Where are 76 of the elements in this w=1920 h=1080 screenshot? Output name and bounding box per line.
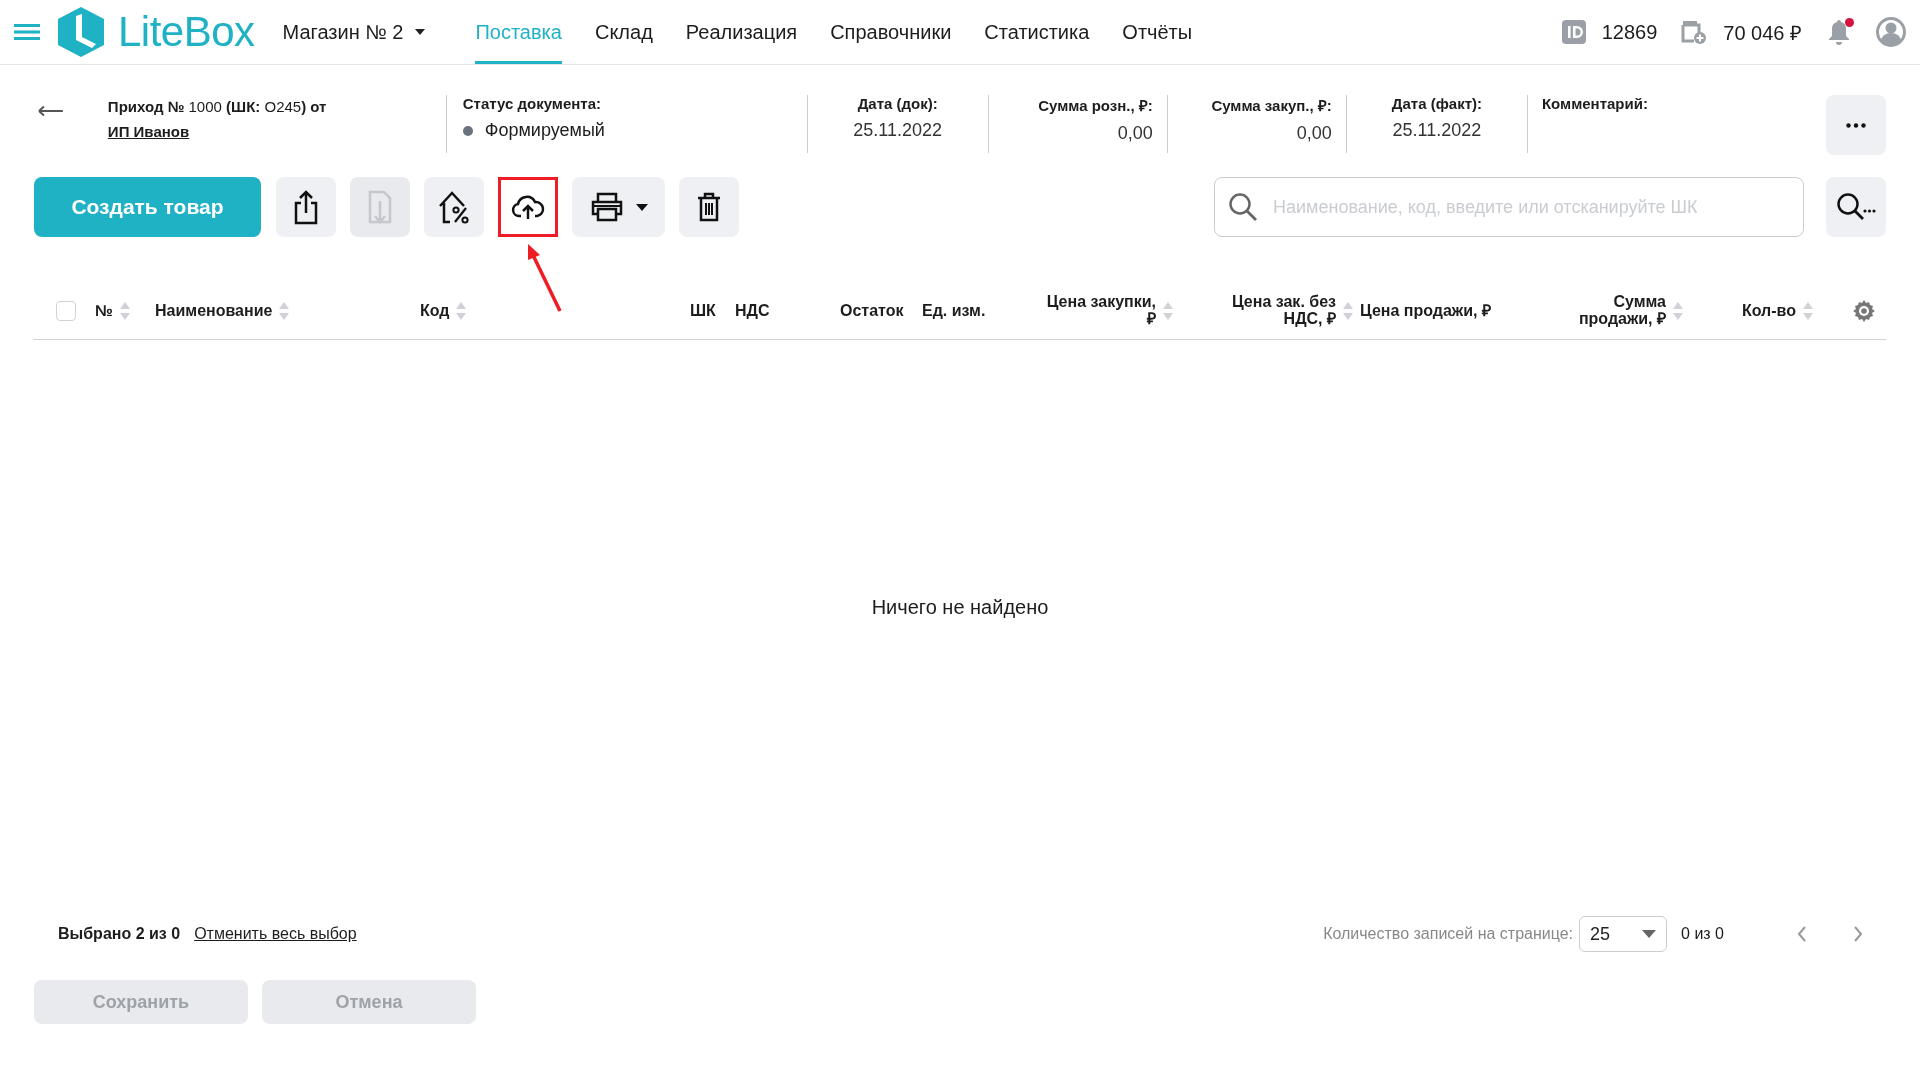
column-header[interactable]: Наименование bbox=[155, 302, 273, 320]
column-header[interactable]: Цена закупки, ₽ bbox=[1036, 294, 1156, 328]
clear-selection-link[interactable]: Отменить весь выбор bbox=[194, 925, 357, 943]
caret-icon bbox=[1642, 930, 1657, 938]
nav-tab[interactable]: Справочники bbox=[830, 0, 952, 64]
previous-page-icon[interactable] bbox=[1797, 926, 1807, 942]
empty-message: Ничего не найдено bbox=[871, 595, 1049, 619]
nav-tab[interactable]: Отчёты bbox=[1122, 0, 1193, 64]
status-value: Формируемый bbox=[462, 120, 807, 141]
file-download-icon bbox=[367, 189, 393, 225]
page-range: 0 из 0 bbox=[1681, 925, 1724, 943]
sort-icon[interactable] bbox=[1672, 301, 1684, 321]
more-icon bbox=[1846, 122, 1867, 128]
bell-icon[interactable] bbox=[1826, 18, 1852, 46]
logo-text: LiteBox bbox=[118, 8, 255, 56]
field-label: Дата (док): bbox=[857, 95, 938, 112]
column-header[interactable]: ШК bbox=[690, 302, 716, 320]
nav-tab[interactable]: Склад bbox=[594, 0, 653, 64]
file-upload-icon bbox=[293, 189, 319, 225]
advanced-search-button[interactable] bbox=[1826, 177, 1886, 237]
sort-icon[interactable] bbox=[1162, 301, 1174, 321]
field-value: 0,00 bbox=[1296, 123, 1332, 144]
nav-tab[interactable]: Статистика bbox=[984, 0, 1090, 64]
settings-icon[interactable] bbox=[1852, 299, 1876, 323]
column-header[interactable]: Код bbox=[420, 302, 450, 320]
next-page-icon[interactable] bbox=[1853, 926, 1863, 942]
menu-icon[interactable] bbox=[14, 23, 40, 41]
store-dropdown[interactable]: Магазин № 2 bbox=[282, 20, 426, 44]
caret-icon bbox=[415, 29, 426, 35]
sort-icon[interactable] bbox=[118, 301, 131, 321]
cloud-upload-icon bbox=[511, 193, 545, 221]
user-id: 12869 bbox=[1601, 20, 1658, 44]
house-percent-icon bbox=[437, 189, 471, 225]
column-header[interactable]: Сумма продажи, ₽ bbox=[1571, 294, 1666, 328]
supplier-link[interactable]: ИП Иванов bbox=[107, 123, 190, 140]
upload-button[interactable] bbox=[498, 177, 558, 237]
avatar-icon[interactable] bbox=[1876, 17, 1906, 47]
column-header[interactable]: № bbox=[95, 302, 113, 320]
page-size-select[interactable]: 25 bbox=[1579, 916, 1668, 952]
id-icon bbox=[1561, 20, 1586, 44]
print-button[interactable] bbox=[572, 177, 665, 237]
field-value: 0,00 bbox=[1117, 123, 1153, 144]
search-more-icon bbox=[1836, 192, 1876, 222]
column-header[interactable]: Ед. изм. bbox=[922, 302, 986, 320]
nav-tab[interactable]: Реализация bbox=[685, 0, 798, 64]
field-label: Сумма розн., ₽: bbox=[1038, 96, 1153, 115]
logo-icon bbox=[56, 6, 106, 58]
wallet-plus-icon[interactable] bbox=[1681, 19, 1708, 45]
sort-icon[interactable] bbox=[278, 301, 291, 321]
column-header[interactable]: Цена зак. без НДС, ₽ bbox=[1218, 294, 1336, 328]
field-value: 25.11.2022 bbox=[1392, 120, 1482, 141]
field-label: Комментарий: bbox=[1541, 95, 1649, 112]
column-header[interactable]: Остаток bbox=[840, 302, 904, 320]
column-header[interactable]: Кол-во bbox=[1741, 302, 1796, 320]
field-label: Сумма закуп., ₽: bbox=[1211, 96, 1332, 115]
balance: 70 046 ₽ bbox=[1723, 20, 1802, 46]
caret-icon bbox=[635, 203, 648, 211]
column-header[interactable]: Цена продажи, ₽ bbox=[1360, 302, 1491, 320]
field-value: 25.11.2022 bbox=[853, 120, 943, 141]
document-title: Приход № 1000 (ШК: О245) от bbox=[107, 98, 328, 115]
sort-icon[interactable] bbox=[455, 301, 468, 321]
select-all-checkbox[interactable] bbox=[56, 301, 76, 321]
status-label: Статус документа: bbox=[462, 95, 602, 112]
selection-count: Выбрано 2 из 0 bbox=[58, 925, 181, 943]
delete-button[interactable] bbox=[679, 177, 739, 237]
page-size-label: Количество записей на странице: bbox=[1323, 925, 1574, 943]
export-button[interactable] bbox=[276, 177, 336, 237]
sort-icon[interactable] bbox=[1802, 301, 1814, 321]
markup-button[interactable] bbox=[424, 177, 484, 237]
column-header[interactable]: НДС bbox=[735, 302, 770, 320]
sort-icon[interactable] bbox=[1342, 301, 1354, 321]
printer-icon bbox=[589, 192, 624, 222]
trash-icon bbox=[696, 192, 722, 222]
search-icon bbox=[1228, 192, 1258, 222]
back-arrow-icon[interactable] bbox=[38, 105, 64, 117]
field-label: Дата (факт): bbox=[1391, 95, 1482, 112]
